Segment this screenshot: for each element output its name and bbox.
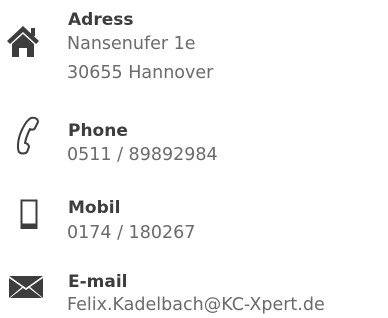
address-street: Nansenufer 1e bbox=[67, 34, 196, 54]
phone-number-link[interactable]: 0511 / 89892984 bbox=[67, 144, 218, 166]
mobile-phone-icon[interactable] bbox=[20, 199, 38, 231]
home-icon bbox=[6, 24, 40, 58]
telephone-handset-icon[interactable] bbox=[16, 115, 40, 155]
phone-label: Phone bbox=[68, 121, 128, 141]
contact-details: Adress Nansenufer 1e 30655 Hannover Phon… bbox=[0, 0, 388, 318]
email-label: E-mail bbox=[68, 272, 128, 292]
email-address-link[interactable]: Felix.Kadelbach@KC-Xpert.de bbox=[67, 294, 325, 316]
address-city: 30655 Hannover bbox=[67, 63, 214, 83]
mobile-number-link[interactable]: 0174 / 180267 bbox=[67, 222, 195, 244]
address-label: Adress bbox=[68, 10, 134, 30]
envelope-icon[interactable] bbox=[9, 276, 43, 298]
mobile-label: Mobil bbox=[68, 198, 121, 218]
